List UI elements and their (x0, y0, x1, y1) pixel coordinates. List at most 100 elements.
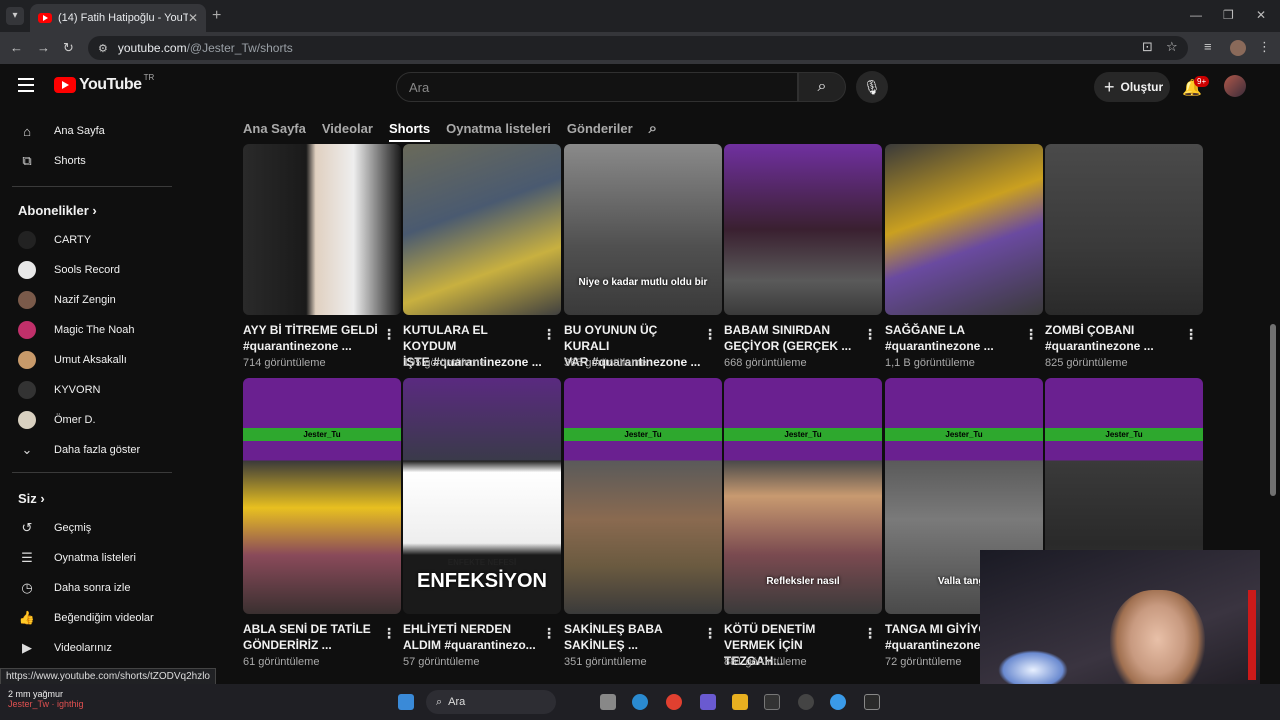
sidebar-item-shorts[interactable]: ⧉ Shorts (18, 151, 85, 171)
page-scrollbar[interactable] (1270, 324, 1276, 496)
more-actions-icon[interactable]: ⋮ (703, 326, 717, 343)
show-more-button[interactable]: ⌄ Daha fazla göster (18, 440, 141, 460)
window-close-icon[interactable]: ✕ (1256, 8, 1266, 22)
more-actions-icon[interactable]: ⋮ (382, 326, 396, 343)
more-actions-icon[interactable]: ⋮ (1184, 326, 1198, 343)
country-code: TR (143, 72, 155, 82)
more-actions-icon[interactable]: ⋮ (542, 625, 556, 642)
sidebar-item-playlists[interactable]: ☰ Oynatma listeleri (18, 548, 136, 568)
more-actions-icon[interactable]: ⋮ (703, 625, 717, 642)
short-title[interactable]: ABLA SENİ DE TATİLE GÖNDERİRİZ ... (243, 621, 383, 653)
new-tab-button[interactable]: + (212, 7, 221, 25)
subscription-item[interactable]: Magic The Noah (18, 320, 135, 340)
app-icon[interactable] (764, 694, 780, 710)
short-thumbnail[interactable] (403, 144, 561, 315)
subscription-item[interactable]: Ömer D. (18, 410, 96, 430)
short-title[interactable]: EHLİYETİ NERDEN ALDIM #quarantinezo... (403, 621, 543, 653)
address-bar: ← → ↻ ⚙ youtube.com /@Jester_Tw/shorts ⊡… (0, 32, 1280, 64)
copilot-icon[interactable] (700, 694, 716, 710)
more-actions-icon[interactable]: ⋮ (863, 326, 877, 343)
short-thumbnail[interactable]: Jester_Tu Refleksler nasıl (724, 378, 882, 614)
terminal-icon[interactable] (864, 694, 880, 710)
youtube-logo[interactable]: YouTube TR (54, 72, 155, 94)
short-title[interactable]: AYY Bİ TİTREME GELDİ #quarantinezone ... (243, 322, 383, 354)
title-line-1: BU OYUNUN ÜÇ KURALI (564, 323, 658, 353)
sidebar-item-liked[interactable]: 👍 Beğendiğim videolar (18, 608, 154, 628)
subscription-item[interactable]: KYVORN (18, 380, 100, 400)
edge-browser-icon[interactable] (632, 694, 648, 710)
short-thumbnail[interactable] (885, 144, 1043, 315)
search-input[interactable]: Ara (396, 72, 798, 102)
tab-posts[interactable]: Gönderiler (567, 121, 633, 136)
more-actions-icon[interactable]: ⋮ (542, 326, 556, 343)
browser-tab[interactable]: (14) Fatih Hatipoğlu - YouTube ✕ (30, 4, 206, 32)
sidebar-item-label: Geçmiş (54, 522, 92, 534)
weather-widget[interactable]: 2 mm yağmur Jester_Tw · ighthig (8, 689, 84, 709)
channel-avatar (18, 321, 36, 339)
search-button[interactable]: ⌕ (798, 72, 846, 102)
file-explorer-icon[interactable] (732, 694, 748, 710)
short-title[interactable]: SAĞĞANE LA #quarantinezone ... (885, 322, 1025, 354)
url-field[interactable]: ⚙ youtube.com /@Jester_Tw/shorts (88, 36, 1188, 60)
restore-icon[interactable]: ❐ (1223, 8, 1234, 22)
short-thumbnail[interactable]: Jester_Tu (243, 378, 401, 614)
subscription-item[interactable]: Nazif Zengin (18, 290, 116, 310)
task-view-icon[interactable] (600, 694, 616, 710)
tab-search-dropdown-icon[interactable]: ▾ (6, 7, 24, 25)
forward-icon[interactable]: → (37, 40, 50, 55)
browser-menu-icon[interactable]: ⋮ (1258, 39, 1271, 55)
short-title[interactable]: BABAM SINIRDAN GEÇİYOR (GERÇEK ... (724, 322, 864, 354)
site-info-icon[interactable]: ⚙ (98, 42, 108, 55)
short-thumbnail[interactable]: ENFEKTE NEFESİ ENFEKSİYON (403, 378, 561, 614)
title-line-1: BABAM SINIRDAN (724, 323, 830, 337)
tab-playlists[interactable]: Oynatma listeleri (446, 121, 551, 136)
sidebar-item-watch-later[interactable]: ◷ Daha sonra izle (18, 578, 130, 598)
subscription-item[interactable]: Sools Record (18, 260, 120, 280)
title-line-1: AYY Bİ TİTREME GELDİ (243, 323, 378, 337)
short-thumbnail[interactable] (243, 144, 401, 315)
short-thumbnail[interactable] (1045, 144, 1203, 315)
menu-icon[interactable] (18, 78, 34, 92)
telegram-icon[interactable] (830, 694, 846, 710)
more-actions-icon[interactable]: ⋮ (382, 625, 396, 642)
bookmark-star-icon[interactable]: ☆ (1166, 39, 1178, 55)
tab-home[interactable]: Ana Sayfa (243, 121, 306, 136)
sidebar-item-your-videos[interactable]: ▶ Videolarınız (18, 638, 112, 658)
install-app-icon[interactable]: ⊡ (1142, 39, 1153, 55)
browser-profile-avatar[interactable] (1230, 40, 1246, 56)
account-avatar[interactable] (1224, 75, 1246, 97)
tab-videos[interactable]: Videolar (322, 121, 373, 136)
voice-search-button[interactable]: 🎙 (856, 71, 888, 103)
windows-start-icon[interactable] (398, 694, 414, 710)
you-header[interactable]: Siz › (18, 491, 45, 506)
chrome-browser-icon[interactable] (666, 694, 682, 710)
subscription-item[interactable]: Umut Aksakallı (18, 350, 127, 370)
back-icon[interactable]: ← (10, 40, 23, 55)
channel-search-icon[interactable]: ⌕ (649, 120, 657, 137)
more-actions-icon[interactable]: ⋮ (863, 625, 877, 642)
short-thumbnail[interactable]: Niye o kadar mutlu oldu bir (564, 144, 722, 315)
subscription-item[interactable]: CARTY (18, 230, 91, 250)
channel-avatar (18, 351, 36, 369)
reload-icon[interactable]: ↻ (63, 40, 74, 56)
obs-icon[interactable] (798, 694, 814, 710)
tab-shorts[interactable]: Shorts (388, 121, 431, 142)
media-control-icon[interactable]: ≡ (1204, 39, 1212, 54)
short-thumbnail[interactable] (724, 144, 882, 315)
short-thumbnail[interactable]: Jester_Tu (564, 378, 722, 614)
view-count: 1,1 B görüntüleme (885, 357, 975, 369)
more-actions-icon[interactable]: ⋮ (1024, 326, 1038, 343)
subscriptions-header[interactable]: Abonelikler › (18, 203, 97, 218)
taskbar-search[interactable]: ⌕ Ara (426, 690, 556, 714)
channel-name-banner: Jester_Tu (885, 428, 1043, 441)
you-title: Siz (18, 491, 37, 506)
create-button[interactable]: + Oluştur (1094, 72, 1170, 102)
sidebar-item-history[interactable]: ↺ Geçmiş (18, 518, 92, 538)
short-title[interactable]: SAKİNLEŞ BABA SAKİNLEŞ ... (564, 621, 704, 653)
short-title[interactable]: ZOMBİ ÇOBANI #quarantinezone ... (1045, 322, 1185, 354)
sidebar-item-label: Ana Sayfa (54, 125, 105, 137)
minimize-icon[interactable]: — (1190, 8, 1202, 22)
tab-close-icon[interactable]: ✕ (188, 11, 198, 25)
browser-tab-bar: ▾ (14) Fatih Hatipoğlu - YouTube ✕ + — ❐… (0, 0, 1280, 32)
sidebar-item-home[interactable]: ⌂ Ana Sayfa (18, 121, 105, 141)
